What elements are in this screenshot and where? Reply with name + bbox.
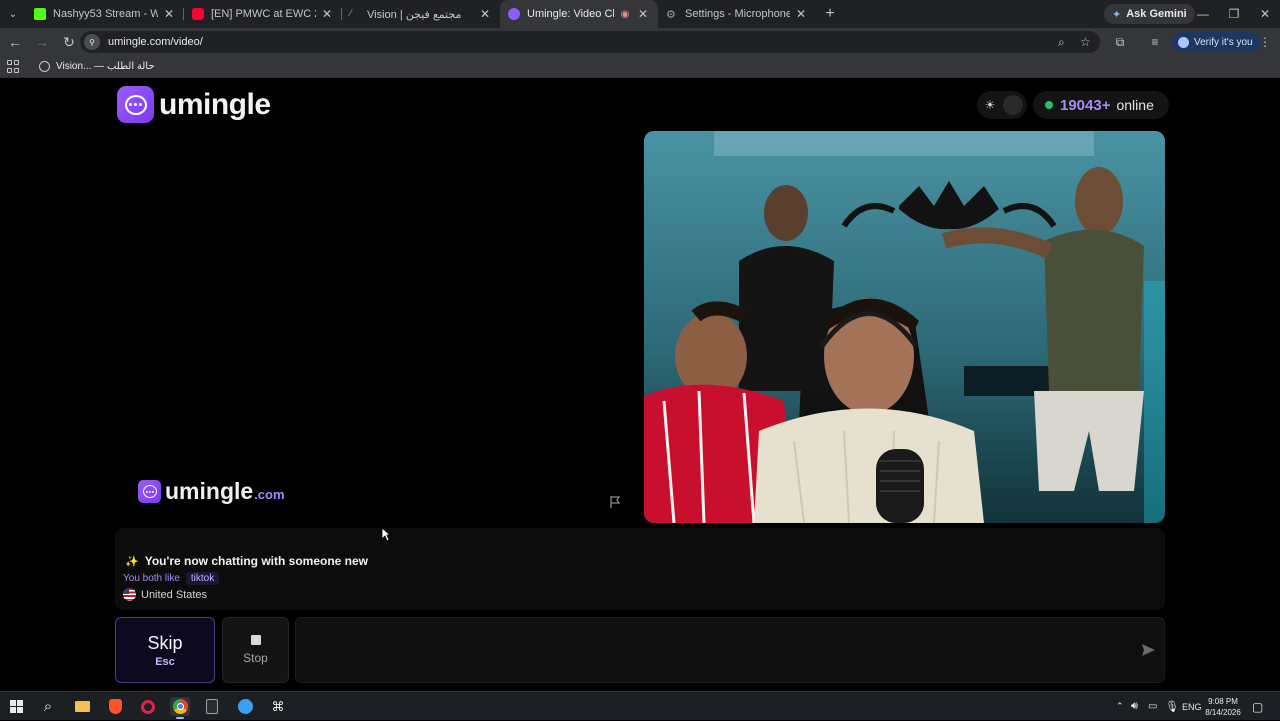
network-icon[interactable]: ▭ (1148, 692, 1157, 721)
sun-icon: ☀ (984, 98, 996, 112)
new-tab-button[interactable]: + (816, 5, 844, 23)
close-tab-icon[interactable]: ✕ (636, 7, 650, 21)
mouse-cursor-icon (381, 527, 391, 542)
interest-tag: tiktok (185, 572, 220, 585)
media-controls-icon[interactable]: ≡ (1143, 30, 1167, 54)
report-flag-icon[interactable] (608, 495, 622, 509)
opera-gx-icon[interactable] (138, 697, 158, 716)
local-video-pane: umingle .com (115, 131, 640, 523)
bookmark-star-icon[interactable]: ☆ (1080, 31, 1091, 53)
epic-games-icon[interactable] (202, 697, 222, 716)
verify-profile-button[interactable]: Verify it's you (1172, 32, 1261, 52)
show-hidden-icons[interactable]: ⌃ (1116, 692, 1124, 721)
tab-strip: ⌄ Nashyy53 Stream - Watch Live ✕ [EN] PM… (0, 0, 1280, 28)
toggle-knob (1003, 95, 1023, 115)
umingle-page: umingle ☀ 19043+ online umingle .com ✨ Y… (0, 79, 1280, 691)
us-flag-icon (123, 588, 136, 601)
close-tab-icon[interactable]: ✕ (794, 7, 808, 21)
kick-favicon-icon (34, 8, 46, 20)
search-icon[interactable]: ⌕ (38, 697, 58, 716)
reload-icon[interactable]: ↻ (57, 30, 81, 54)
volume-icon[interactable]: 🔊︎ (1131, 692, 1138, 721)
chrome-icon[interactable] (170, 697, 190, 719)
notifications-icon[interactable]: ▢ (1252, 692, 1263, 721)
address-bar[interactable]: ⚲ umingle.com/video/ ⌕ ☆ (80, 31, 1100, 53)
restore-button[interactable]: ❐ (1218, 0, 1250, 28)
capcut-icon[interactable]: ⌘ (268, 697, 288, 716)
settings-gear-icon: ⚙ (666, 9, 676, 21)
url-text[interactable]: umingle.com/video/ (108, 36, 203, 48)
partner-country: United States (123, 588, 207, 601)
shared-interests: You both like tiktok (123, 572, 220, 585)
system-message: ✨ You're now chatting with someone new (125, 554, 369, 568)
back-arrow-icon[interactable]: ← (3, 30, 27, 54)
close-tab-icon[interactable]: ✕ (320, 7, 334, 21)
sparkles-icon: ✨ (125, 555, 139, 568)
online-status-dot (1045, 101, 1053, 109)
tab-kick-stream[interactable]: Nashyy53 Stream - Watch Live ✕ (26, 0, 184, 28)
chat-log-panel: ✨ You're now chatting with someone new Y… (115, 528, 1165, 610)
start-button[interactable] (6, 697, 26, 716)
chat-bubble-logo-icon (117, 86, 154, 123)
language-indicator[interactable]: ENG (1182, 692, 1202, 721)
ask-gemini-button[interactable]: ✦ Ask Gemini (1104, 4, 1195, 24)
online-count: 19043+ (1060, 96, 1111, 114)
tab-settings-microphone[interactable]: ⚙ Settings - Microphone ✕ (658, 0, 816, 28)
globe-icon (39, 61, 50, 72)
stop-button[interactable]: Stop (222, 617, 289, 683)
remote-video-frame (644, 131, 1165, 523)
brave-browser-icon[interactable] (105, 697, 125, 716)
extensions-icon[interactable]: ⧉ (1108, 30, 1132, 54)
minimize-button[interactable]: — (1187, 0, 1219, 28)
windows-logo-icon (9, 700, 23, 713)
apps-grid-icon[interactable] (7, 59, 21, 74)
message-input[interactable] (296, 618, 1116, 682)
more-menu-icon[interactable]: ⋮ (1253, 30, 1277, 54)
site-info-icon[interactable]: ⚲ (84, 34, 100, 50)
site-logo[interactable]: umingle (117, 86, 271, 123)
file-explorer-icon[interactable] (72, 697, 92, 716)
close-window-button[interactable]: ✕ (1249, 0, 1280, 28)
umingle-watermark: umingle .com (138, 478, 285, 505)
skip-button[interactable]: Skip Esc (115, 617, 215, 683)
vision-favicon-icon: ⁄ (350, 8, 352, 18)
messenger-app-icon[interactable] (235, 697, 255, 716)
close-tab-icon[interactable]: ✕ (478, 7, 492, 21)
tab-youtube-pmwc[interactable]: [EN] PMWC at EWC 26 Finals D ✕ (184, 0, 342, 28)
message-composer (295, 617, 1165, 683)
tab-umingle[interactable]: Umingle: Video Chat with S ◉ ✕ (500, 0, 658, 28)
stop-square-icon (250, 635, 261, 645)
zoom-icon[interactable]: ⌕ (1058, 31, 1065, 53)
bookmark-vision[interactable]: Vision... — حالة الطلب (39, 61, 155, 72)
system-clock[interactable]: 9:08 PM 8/14/2026 (1200, 696, 1246, 718)
windows-taskbar: ⌕ ⌘ ⌃ 🔊︎ ▭ 🎙︎ ENG 9:08 PM 8/14/2026 ▢ (0, 691, 1280, 720)
close-tab-icon[interactable]: ✕ (162, 7, 176, 21)
tab-search-chevron-icon[interactable]: ⌄ (0, 0, 26, 28)
online-counter: 19043+ online (1033, 91, 1169, 119)
remote-video-feed (644, 131, 1165, 523)
youtube-favicon-icon (192, 8, 204, 20)
umingle-favicon-icon (508, 8, 520, 20)
recording-indicator-icon: ◉ (620, 8, 630, 20)
gemini-sparkle-icon: ✦ (1112, 8, 1122, 21)
microphone-icon[interactable]: 🎙︎ (1165, 692, 1179, 721)
tab-vision[interactable]: ⁄ Vision | مجتمع فيجن ✕ (342, 0, 500, 28)
skip-shortcut-hint: Esc (155, 655, 175, 668)
send-icon[interactable] (1141, 643, 1156, 657)
theme-toggle[interactable]: ☀ (977, 91, 1027, 119)
profile-avatar-icon (1178, 36, 1189, 48)
bookmarks-bar: Vision... — حالة الطلب (0, 56, 1280, 78)
chat-bubble-logo-icon (138, 480, 161, 503)
forward-arrow-icon[interactable]: → (30, 30, 54, 54)
